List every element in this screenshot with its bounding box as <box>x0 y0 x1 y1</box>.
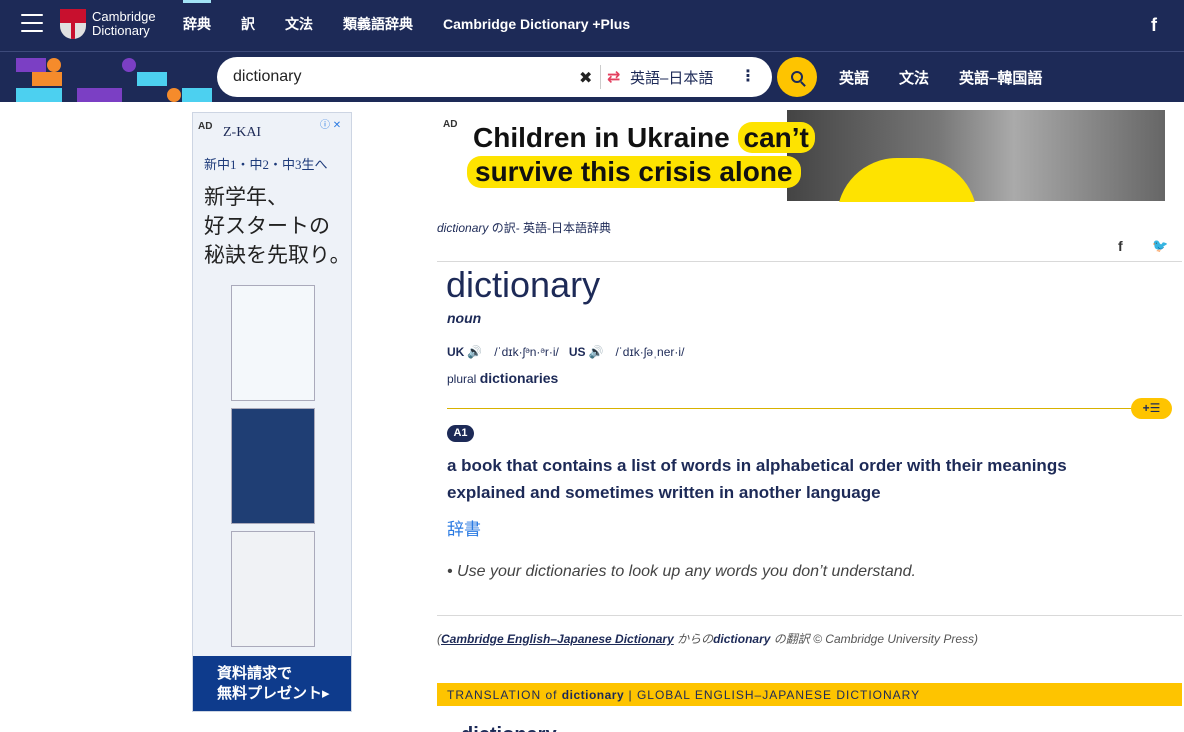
search-button[interactable] <box>777 57 817 97</box>
ad-label: AD <box>198 121 213 132</box>
definition: a book that contains a list of words in … <box>447 456 1067 502</box>
pronunciation: UK 🔊 /ˈdɪk·ʃᵊn·ᵊr·i/ US 🔊 /ˈdɪk·ʃəˌner·i… <box>447 345 694 359</box>
example-sentence: • Use your dictionaries to look up any w… <box>447 563 916 580</box>
ad-brand: Z-KAI <box>223 125 262 140</box>
swap-language-icon[interactable]: ⇄ <box>607 67 620 87</box>
search-bar-area: ✖ ⇄ 英語–日本語 ⋮ 英語 文法 英語–韓国語 <box>0 52 1184 102</box>
add-to-list-button[interactable]: +☰ <box>1131 398 1172 419</box>
us-label: US <box>568 345 586 359</box>
facebook-icon[interactable]: f <box>1151 15 1157 36</box>
ad-headline-line1: Children in Ukraine can’t <box>473 122 815 154</box>
more-options-icon[interactable]: ⋮ <box>740 66 756 86</box>
section-banner: TRANSLATION of dictionary | GLOBAL ENGLI… <box>437 683 1182 706</box>
ad-photo <box>787 110 1165 201</box>
us-ipa: /ˈdɪk·ʃəˌner·i/ <box>615 345 685 359</box>
next-section-heading: dictionary <box>461 724 557 732</box>
translation: 辞書 <box>447 520 481 539</box>
divider <box>447 408 1137 409</box>
cambridge-shield-icon <box>60 9 86 39</box>
nav-grammar[interactable]: 文法 <box>285 0 313 52</box>
ad-label: AD <box>443 119 458 130</box>
quick-link-grammar[interactable]: 文法 <box>899 67 929 88</box>
uk-audio-icon[interactable]: 🔊 <box>467 345 482 359</box>
plural-form: plural dictionaries <box>447 370 559 386</box>
menu-icon[interactable] <box>21 14 43 32</box>
logo-line2: Dictionary <box>92 23 150 38</box>
twitter-share-icon[interactable]: 🐦 <box>1152 238 1168 254</box>
ad-headline: 新学年、 好スタートの 秘訣を先取り。 <box>204 185 351 267</box>
ad-cta[interactable]: 資料請求で 無料プレゼント▸ <box>193 656 351 711</box>
ad-info-icon[interactable]: ⓘ ✕ <box>320 116 348 131</box>
ad-headline-line2: survive this crisis alone <box>467 156 801 188</box>
nav-translate[interactable]: 訳 <box>241 0 255 52</box>
uk-label: UK <box>447 345 465 359</box>
divider <box>437 615 1182 616</box>
headword: dictionary <box>446 264 601 305</box>
cefr-level-badge: A1 <box>447 425 474 442</box>
us-audio-icon[interactable]: 🔊 <box>589 345 604 359</box>
language-selector[interactable]: 英語–日本語 <box>630 67 713 88</box>
ad-book-image <box>231 408 315 524</box>
nav-plus[interactable]: Cambridge Dictionary +Plus <box>443 0 630 52</box>
uk-ipa: /ˈdɪk·ʃᵊn·ᵊr·i/ <box>494 345 559 359</box>
top-advertisement[interactable]: AD Children in Ukraine can’t survive thi… <box>437 110 1165 202</box>
main-nav: 辞典 訳 文法 類義語辞典 Cambridge Dictionary +Plus <box>183 0 660 52</box>
decorative-blocks <box>0 52 215 102</box>
quick-link-english-korean[interactable]: 英語–韓国語 <box>959 67 1042 88</box>
divider <box>600 65 601 89</box>
quick-links: 英語 文法 英語–韓国語 <box>839 52 1072 102</box>
search-box: ✖ ⇄ 英語–日本語 ⋮ <box>217 57 772 97</box>
clear-icon[interactable]: ✖ <box>579 68 592 88</box>
left-advertisement[interactable]: AD Z-KAI ⓘ ✕ 新中1・中2・中3生へ 新学年、 好スタートの 秘訣を… <box>192 112 352 712</box>
search-input[interactable] <box>233 68 573 86</box>
source-credit: (Cambridge English–Japanese Dictionary か… <box>437 632 979 646</box>
search-icon <box>791 71 803 83</box>
logo-line1: Cambridge <box>92 9 156 24</box>
ad-book-image <box>231 285 315 401</box>
nav-dictionary[interactable]: 辞典 <box>183 0 211 52</box>
facebook-share-icon[interactable]: f <box>1118 238 1123 254</box>
cambridge-logo[interactable]: Cambridge Dictionary <box>60 9 156 39</box>
divider <box>437 261 1182 262</box>
nav-thesaurus[interactable]: 類義語辞典 <box>343 0 413 52</box>
ad-book-image <box>231 531 315 647</box>
quick-link-english[interactable]: 英語 <box>839 67 869 88</box>
ad-subtitle: 新中1・中2・中3生へ <box>204 157 328 172</box>
breadcrumb: dictionary の訳- 英語-日本語辞典 <box>437 221 612 235</box>
top-navigation-bar: Cambridge Dictionary 辞典 訳 文法 類義語辞典 Cambr… <box>0 0 1184 52</box>
source-link[interactable]: Cambridge English–Japanese Dictionary <box>441 632 674 646</box>
part-of-speech: noun <box>447 310 482 326</box>
